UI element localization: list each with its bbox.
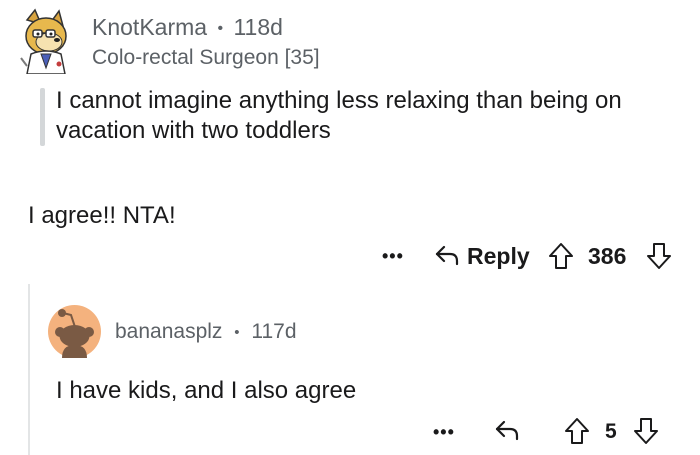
reply-label[interactable]: Reply bbox=[467, 243, 530, 270]
user-flair: Colo-rectal Surgeon [35] bbox=[92, 46, 320, 69]
upvote-button[interactable] bbox=[563, 416, 591, 446]
downvote-arrow-icon bbox=[645, 241, 673, 271]
downvote-button[interactable] bbox=[632, 416, 660, 446]
reply-body: I have kids, and I also agree bbox=[56, 377, 357, 404]
quoted-text: I cannot imagine anything less relaxing … bbox=[56, 87, 622, 144]
comment-body: I agree!! NTA! bbox=[28, 202, 176, 229]
reply-arrow-icon bbox=[494, 418, 520, 442]
header-separator: • bbox=[217, 19, 224, 37]
user-avatar[interactable] bbox=[48, 305, 101, 358]
upvote-arrow-icon bbox=[547, 241, 575, 271]
downvote-button[interactable] bbox=[645, 241, 673, 271]
username[interactable]: bananasplz bbox=[115, 320, 222, 343]
reply-button[interactable] bbox=[434, 243, 460, 267]
more-options-button[interactable]: ••• bbox=[382, 246, 404, 267]
reply-header: bananasplz • 117d bbox=[115, 320, 297, 344]
vote-score: 5 bbox=[605, 420, 617, 443]
comment-age[interactable]: 118d bbox=[233, 14, 282, 40]
quote-bar bbox=[40, 88, 45, 146]
doge-avatar-icon bbox=[20, 8, 67, 75]
more-options-button[interactable]: ••• bbox=[433, 422, 455, 443]
reply-button[interactable] bbox=[494, 418, 520, 442]
upvote-button[interactable] bbox=[547, 241, 575, 271]
comment-header: KnotKarma • 118d bbox=[92, 14, 283, 41]
user-avatar[interactable] bbox=[13, 8, 79, 75]
username[interactable]: KnotKarma bbox=[92, 14, 207, 40]
default-snoo-avatar-icon bbox=[48, 305, 101, 358]
upvote-arrow-icon bbox=[563, 416, 591, 446]
vote-score: 386 bbox=[588, 243, 627, 269]
thread-line[interactable] bbox=[28, 284, 30, 455]
reply-arrow-icon bbox=[434, 243, 460, 267]
downvote-arrow-icon bbox=[632, 416, 660, 446]
reply-age[interactable]: 117d bbox=[251, 320, 296, 343]
header-separator: • bbox=[234, 323, 240, 341]
